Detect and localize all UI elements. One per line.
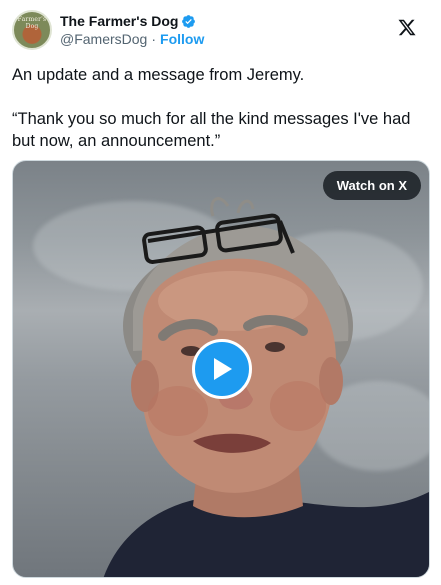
- handle[interactable]: @FamersDog: [60, 31, 147, 47]
- x-logo-icon[interactable]: [397, 18, 417, 37]
- follow-button[interactable]: Follow: [160, 31, 204, 47]
- video-media[interactable]: Watch on X: [12, 160, 430, 578]
- handle-row: @FamersDog · Follow: [60, 31, 204, 47]
- tweet-paragraph: “Thank you so much for all the kind mess…: [12, 110, 411, 150]
- play-icon: [214, 358, 232, 380]
- play-button[interactable]: [192, 339, 252, 399]
- tweet-header: Farmer's Dog The Farmer's Dog @FamersDog…: [12, 8, 429, 52]
- verified-badge-icon: [182, 14, 196, 28]
- tweet-card: Farmer's Dog The Farmer's Dog @FamersDog…: [0, 0, 441, 585]
- watch-on-x-button[interactable]: Watch on X: [322, 171, 421, 200]
- separator-dot: ·: [151, 31, 157, 47]
- author-identity: The Farmer's Dog @FamersDog · Follow: [60, 13, 204, 47]
- avatar[interactable]: Farmer's Dog: [12, 10, 52, 50]
- display-name[interactable]: The Farmer's Dog: [60, 13, 178, 29]
- avatar-logo-text: Farmer's Dog: [17, 16, 47, 30]
- tweet-text: An update and a message from Jeremy. “Th…: [12, 64, 429, 152]
- tweet-paragraph: An update and a message from Jeremy.: [12, 66, 305, 84]
- name-row: The Farmer's Dog: [60, 13, 204, 29]
